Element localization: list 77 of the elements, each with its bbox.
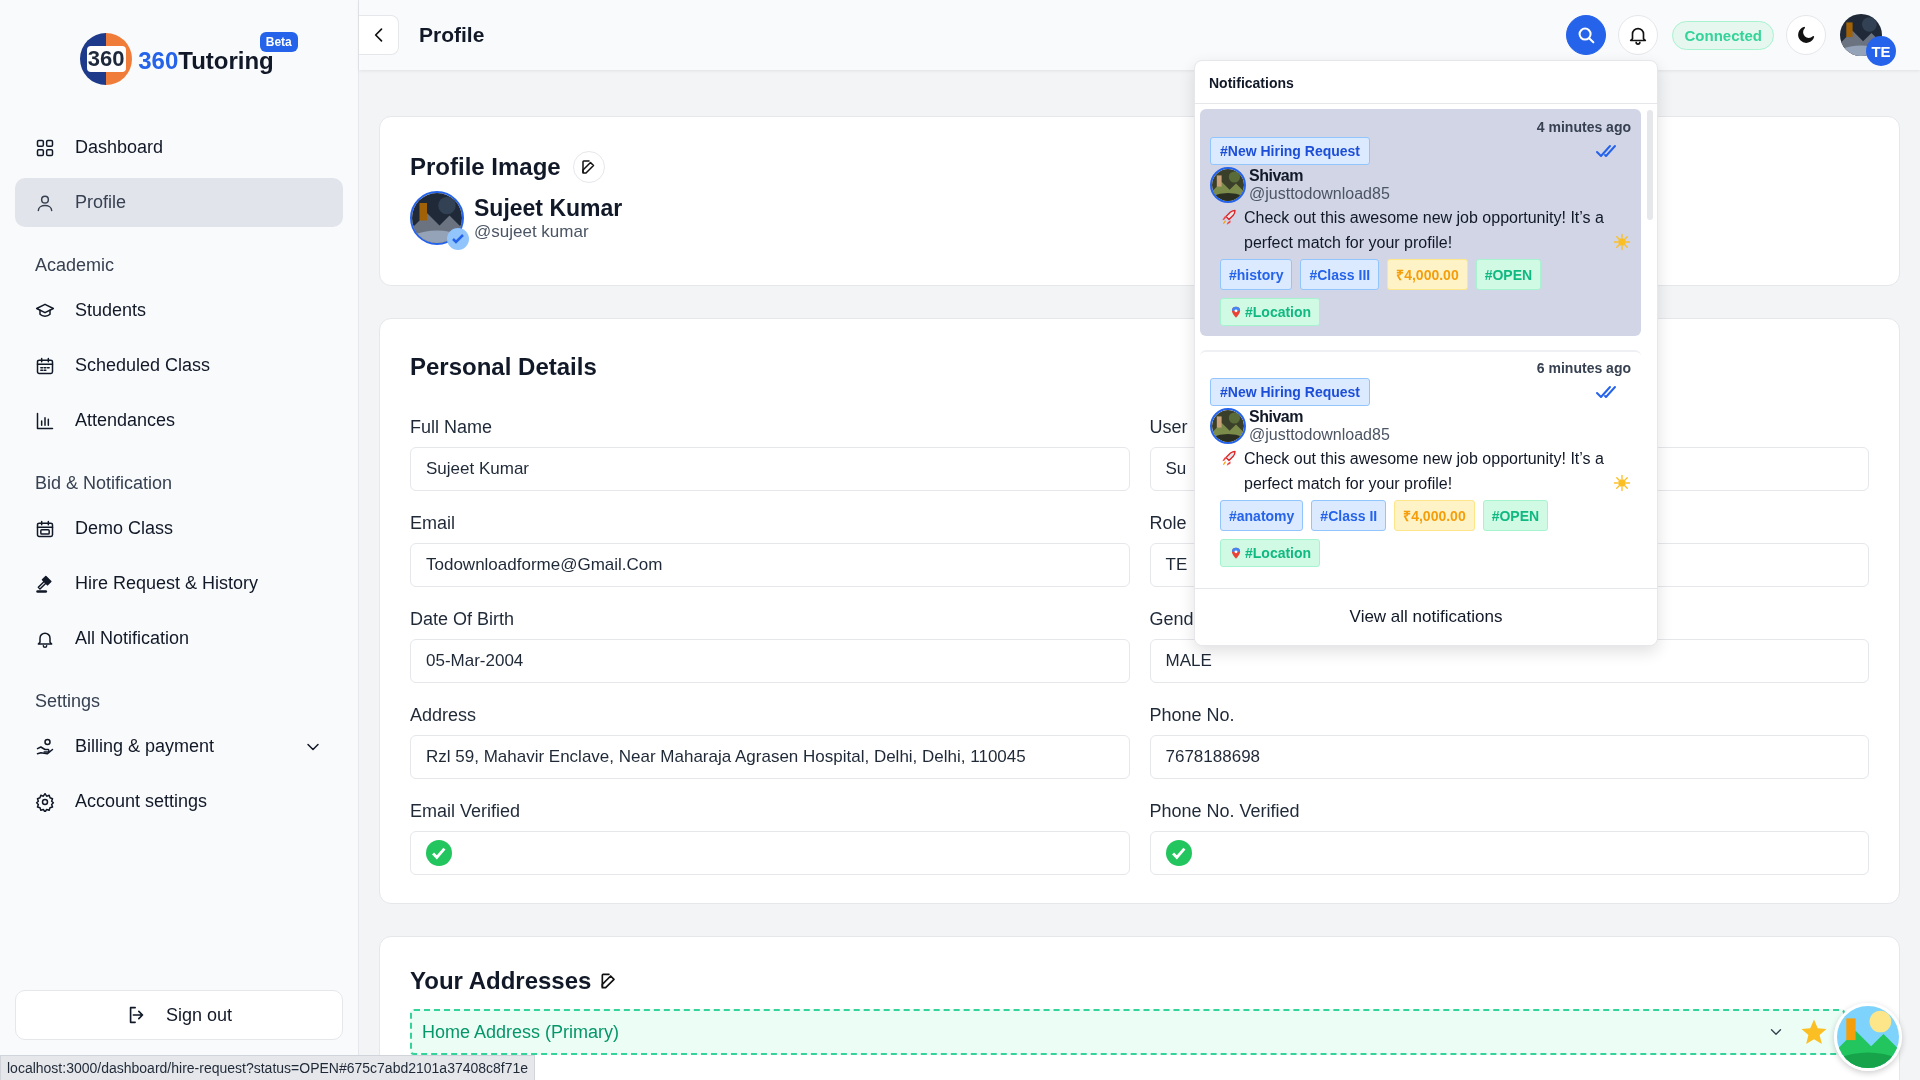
scrollbar[interactable]: [1647, 110, 1653, 220]
sender-handle: @justtodownload85: [1249, 426, 1390, 444]
sidebar-item[interactable]: Scheduled Class: [15, 341, 343, 390]
calendar-icon: [35, 355, 55, 376]
initials-badge[interactable]: TE: [1866, 36, 1896, 66]
input-field[interactable]: Sujeet Kumar: [410, 447, 1130, 491]
settings-icon: [35, 791, 55, 812]
logo-icon: 360: [80, 33, 133, 85]
input-field[interactable]: 7678188698: [1149, 735, 1869, 779]
section-heading: Academic: [34, 254, 116, 277]
card-title: Personal Details: [410, 353, 597, 381]
status-url: localhost:3000/dashboard/hire-request?status=OPEN#675c7abd2101a37408c8f71e: [7, 1060, 529, 1076]
hand-icon: [35, 736, 55, 757]
moon-icon: [1795, 24, 1817, 46]
beta-badge: Beta: [259, 32, 298, 52]
section-heading: Settings: [34, 690, 102, 713]
notification-item[interactable]: 4 minutes ago #New Hiring Request Shivam @justtodownload85 Check out this awesome new job opportunity! It’s a perfect match for your profile! #history #Class III ₹4,000.00 #OPEN #Location: [1200, 109, 1641, 336]
message-text: Check out this awesome new job opportunity! It’s a perfect match for your profile!: [1244, 449, 1605, 494]
type-tag: #New Hiring Request: [1210, 137, 1371, 165]
section-heading: Bid & Notification: [34, 472, 174, 495]
user-handle: @sujeet kumar: [474, 221, 590, 242]
field-label: User: [1149, 417, 1188, 438]
sidebar-item[interactable]: Account settings: [15, 777, 343, 826]
sidebar-item[interactable]: Students: [15, 286, 343, 335]
sender-name: Shivam: [1249, 408, 1304, 426]
connection-status: Connected: [1672, 20, 1774, 50]
field-label: Role: [1149, 513, 1187, 534]
field-label: Full Name: [410, 417, 493, 438]
field-label: Address: [410, 705, 477, 726]
hashtag[interactable]: #Class II: [1311, 500, 1387, 531]
rocket-icon: [1220, 209, 1238, 227]
input-field[interactable]: 05-Mar-2004: [410, 639, 1130, 683]
theme-toggle-button[interactable]: [1786, 15, 1826, 55]
sidebar-item[interactable]: Attendances: [15, 396, 343, 445]
timestamp: 4 minutes ago: [1535, 119, 1631, 135]
hashtag[interactable]: #Class III: [1300, 259, 1380, 290]
field-label: Gend: [1149, 609, 1194, 630]
gavel-icon: [35, 573, 55, 594]
notification-button[interactable]: [1618, 15, 1659, 55]
field-label: Email: [410, 513, 455, 534]
message-text: Check out this awesome new job opportunity! It’s a perfect match for your profile!: [1244, 208, 1605, 253]
grid-icon: [35, 137, 55, 158]
address-accordion[interactable]: Home Address (Primary): [410, 1009, 1845, 1055]
sidebar-item[interactable]: Demo Class: [15, 504, 343, 553]
field-label: Date Of Birth: [410, 609, 515, 630]
calendar-icon: [35, 518, 55, 539]
field-label: Phone No. Verified: [1149, 801, 1300, 822]
sidebar-item[interactable]: Profile: [15, 178, 343, 227]
timestamp: 6 minutes ago: [1535, 360, 1631, 376]
type-tag: #New Hiring Request: [1210, 378, 1371, 406]
sun-icon: [1613, 233, 1631, 251]
input-field[interactable]: Rzl 59, Mahavir Enclave, Near Maharaja Agrasen Hospital, Delhi, Delhi, 110045: [410, 735, 1130, 779]
view-all-link[interactable]: View all notifications: [1195, 588, 1657, 645]
page-title: Profile: [419, 23, 486, 47]
field-label: Phone No.: [1149, 705, 1235, 726]
sun-icon: [1613, 474, 1631, 492]
map-pin-icon: [1229, 546, 1243, 560]
hashtag[interactable]: #anatomy: [1220, 500, 1304, 531]
panel-title: Notifications: [1195, 61, 1657, 104]
sender-name: Shivam: [1249, 167, 1304, 185]
hashtag[interactable]: #history: [1220, 259, 1293, 290]
sidebar-item[interactable]: Dashboard: [15, 123, 343, 172]
user-name: Sujeet Kumar: [474, 194, 623, 222]
card-title: Your Addresses: [410, 967, 592, 995]
sidebar-item[interactable]: All Notification: [15, 614, 343, 663]
card-title: Profile Image: [410, 153, 561, 181]
sidebar-item[interactable]: Billing & payment: [15, 722, 343, 771]
sender-handle: @justtodownload85: [1249, 185, 1390, 203]
bar-chart-icon: [35, 410, 55, 431]
search-button[interactable]: [1566, 15, 1607, 55]
field-label: Email Verified: [410, 801, 521, 822]
sign-out-button[interactable]: Sign out: [15, 990, 343, 1040]
edit-button[interactable]: [572, 151, 605, 183]
rocket-icon: [1220, 450, 1238, 468]
input-field[interactable]: Todownloadforme@Gmail.Com: [410, 543, 1130, 587]
map-pin-icon: [1229, 305, 1243, 319]
sidebar-item[interactable]: Hire Request & History: [15, 559, 343, 608]
